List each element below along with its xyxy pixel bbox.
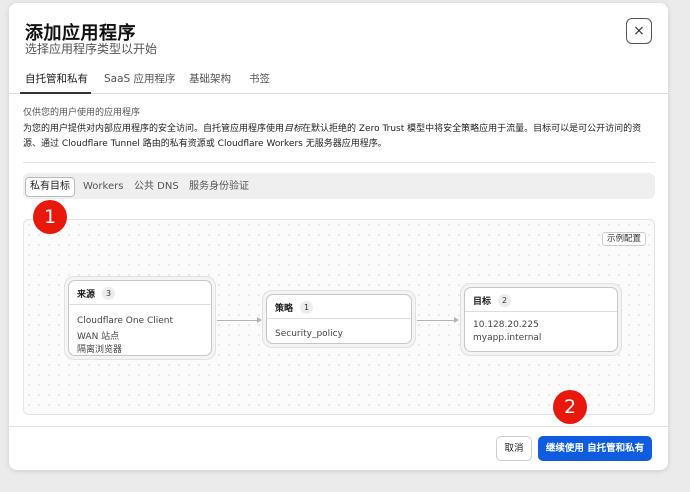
flow-connector <box>417 320 454 321</box>
annotation-marker-1: 1 <box>33 200 67 234</box>
cancel-button[interactable]: 取消 <box>496 436 532 461</box>
node-header: 策略 1 <box>267 295 411 319</box>
footer-divider <box>9 426 668 427</box>
source-item: 隔离浏览器 <box>77 345 123 355</box>
divider <box>23 162 655 163</box>
arrow-right-icon <box>454 317 459 323</box>
flow-diagram-canvas: 示例配置 来源 3 Cloudflare One Client WAN 站点 隔… <box>23 219 655 415</box>
segment-service-auth[interactable]: 服务身份验证 <box>189 178 249 196</box>
source-item: Cloudflare One Client <box>77 316 174 326</box>
source-title: 来源 <box>77 290 96 300</box>
node-header: 来源 3 <box>69 281 211 305</box>
node-header: 目标 2 <box>465 288 617 312</box>
tab-saas[interactable]: SaaS 应用程序 <box>104 71 176 86</box>
target-type-segmented-control: 私有目标 Workers 公共 DNS 服务身份验证 <box>23 173 655 199</box>
tab-self-hosted-private[interactable]: 自托管和私有 <box>25 71 88 86</box>
segment-private-target[interactable]: 私有目标 <box>25 177 75 197</box>
segment-workers[interactable]: Workers <box>83 178 123 196</box>
source-node[interactable]: 来源 3 Cloudflare One Client WAN 站点 隔离浏览器 <box>64 276 216 360</box>
source-item: WAN 站点 <box>77 332 120 342</box>
target-title: 目标 <box>473 297 492 307</box>
close-button[interactable]: × <box>626 18 652 44</box>
annotation-marker-2: 2 <box>553 390 587 424</box>
tab-infrastructure[interactable]: 基础架构 <box>189 71 231 86</box>
close-icon: × <box>633 23 645 39</box>
target-count-badge: 2 <box>498 294 511 307</box>
policy-node[interactable]: 策略 1 Security_policy <box>262 290 416 348</box>
flow-connector <box>217 320 257 321</box>
application-type-tabs: 自托管和私有 SaaS 应用程序 基础架构 书签 <box>9 63 668 94</box>
target-item: myapp.internal <box>473 333 542 343</box>
policy-item: Security_policy <box>275 329 343 339</box>
tab-bookmarks[interactable]: 书签 <box>249 71 270 86</box>
dialog-subtitle: 选择应用程序类型以开始 <box>25 42 158 56</box>
policy-title: 策略 <box>275 304 294 314</box>
description-text: 为您的用户提供对内部应用程序的安全访问。自托管应用程序使用目标在默认拒绝的 Ze… <box>23 124 642 149</box>
example-config-button[interactable]: 示例配置 <box>602 232 647 246</box>
target-node[interactable]: 目标 2 10.128.20.225 myapp.internal <box>460 283 622 356</box>
target-item: 10.128.20.225 <box>473 320 539 330</box>
description-label: 仅供您的用户使用的应用程序 <box>23 108 141 118</box>
active-tab-indicator <box>20 92 91 94</box>
source-count-badge: 3 <box>102 287 115 300</box>
continue-button[interactable]: 继续使用 自托管和私有 <box>538 436 652 461</box>
segment-public-dns[interactable]: 公共 DNS <box>134 178 179 196</box>
policy-count-badge: 1 <box>300 301 313 314</box>
